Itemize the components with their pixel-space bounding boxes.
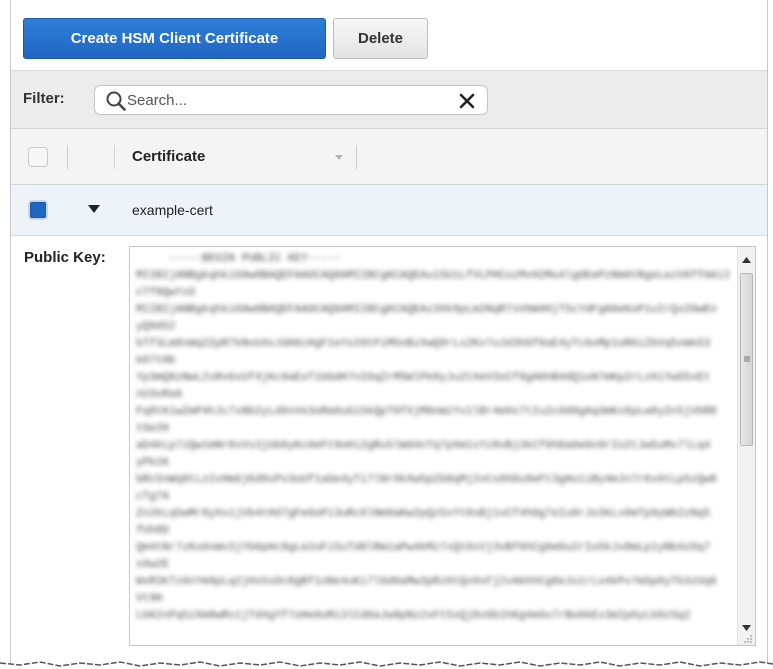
certificate-name: example-cert: [132, 202, 213, 218]
public-key-content-redacted: -----BEGIN PUBLIC KEY----- MIIBIjANBgkqh…: [136, 253, 731, 622]
scroll-up-arrow-icon[interactable]: [742, 257, 751, 263]
column-divider: [114, 145, 115, 169]
table-row[interactable]: example-cert: [11, 185, 767, 236]
scroll-down-arrow-icon[interactable]: [742, 625, 751, 631]
toolbar: Create HSM Client Certificate Delete: [11, 0, 767, 71]
column-header-certificate[interactable]: Certificate: [132, 148, 205, 165]
sort-caret-icon[interactable]: [335, 155, 343, 160]
certificate-detail: Public Key: -----BEGIN PUBLIC KEY----- M…: [11, 236, 767, 665]
column-divider: [356, 145, 357, 169]
search-input[interactable]: [127, 89, 447, 111]
public-key-textarea[interactable]: -----BEGIN PUBLIC KEY----- MIIBIjANBgkqh…: [129, 246, 756, 646]
column-divider: [67, 145, 68, 169]
public-key-label: Public Key:: [24, 249, 106, 266]
vertical-scrollbar[interactable]: [737, 247, 755, 645]
search-icon: [106, 91, 126, 111]
select-all-checkbox[interactable]: [28, 147, 48, 167]
delete-button[interactable]: Delete: [333, 18, 428, 59]
torn-edge-decoration: [0, 661, 773, 669]
filter-bar: Filter:: [11, 71, 767, 129]
search-box[interactable]: [94, 85, 488, 115]
close-icon[interactable]: [457, 91, 477, 111]
filter-label: Filter:: [23, 90, 65, 107]
table-header: Certificate: [11, 129, 767, 185]
scroll-thumb[interactable]: [740, 273, 753, 446]
resize-grip-icon[interactable]: [743, 633, 753, 643]
create-hsm-client-certificate-button[interactable]: Create HSM Client Certificate: [23, 18, 326, 59]
row-checkbox[interactable]: [28, 200, 48, 220]
grip-icon: [744, 356, 750, 362]
caret-down-icon[interactable]: [88, 205, 100, 213]
certificates-panel: Create HSM Client Certificate Delete Fil…: [10, 0, 768, 665]
